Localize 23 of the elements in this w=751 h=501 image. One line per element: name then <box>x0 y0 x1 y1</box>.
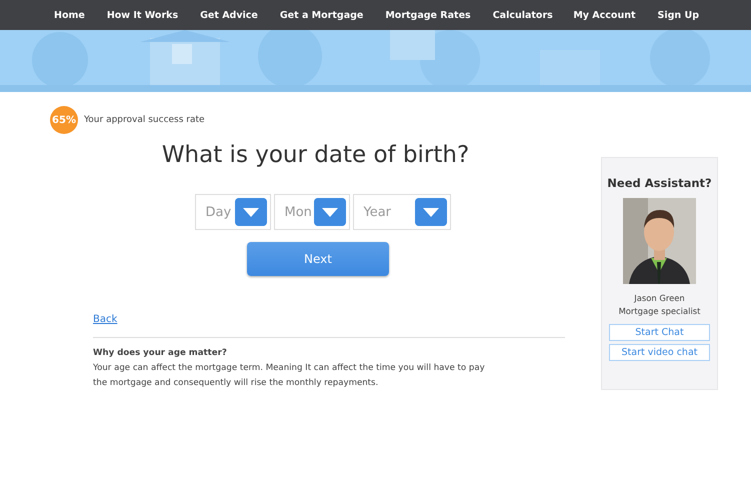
nav-link[interactable]: Calculators <box>484 10 561 20</box>
nav-link[interactable]: Home <box>46 10 93 20</box>
caret-icon <box>414 198 446 226</box>
assistant-name: Jason Green <box>632 292 686 305</box>
progress-label: Your approval success rate <box>84 115 205 125</box>
info-heading: Why does your age matter? <box>93 347 228 360</box>
nav-link[interactable]: How It Works <box>98 10 186 20</box>
assistant-role: Mortgage specialist <box>618 305 700 318</box>
info-text: the mortgage and consequently will rise the monthly repayments. <box>93 377 380 390</box>
nav-link[interactable]: Sign Up <box>650 10 707 20</box>
info-text: Your age can affect the mortgage term. Meaning It can affect the time you will have to pay <box>93 362 486 375</box>
back-link[interactable]: Back <box>93 314 118 325</box>
nav-link[interactable]: My Account <box>565 10 644 20</box>
chat-button[interactable]: Start video chat <box>609 344 710 361</box>
progress-badge: 65% <box>50 106 78 134</box>
panel-title: Need Assistant? <box>607 176 712 190</box>
chat-button[interactable]: Start Chat <box>609 324 710 341</box>
caret-icon <box>314 198 346 226</box>
caret-icon <box>234 198 266 226</box>
nav-link[interactable]: Get a Mortgage <box>272 10 372 20</box>
nav-link[interactable]: Get Advice <box>192 10 266 20</box>
nav-link[interactable]: Mortgage Rates <box>377 10 479 20</box>
question-title: What is your date of birth? <box>160 142 470 168</box>
